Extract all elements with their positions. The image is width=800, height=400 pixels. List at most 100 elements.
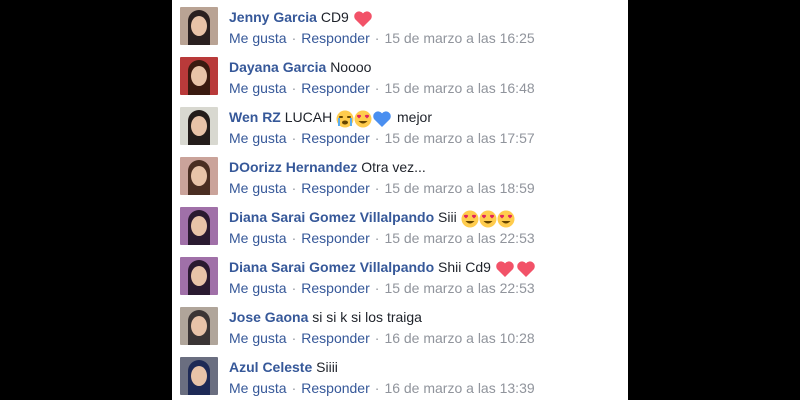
comment-item: DOorizz Hernandez Otra vez... Me gusta · Re… [180,150,620,197]
comment-text: LUCAH [284,109,333,125]
reply-link[interactable]: Responder [301,30,370,46]
like-link[interactable]: Me gusta [229,180,287,196]
separator-dot: · [291,230,297,246]
comment-body: Jose Gaona si si k si los traiga [229,307,422,327]
comment-text: Otra vez... [361,159,426,175]
separator-dot: · [291,130,297,146]
comment-body: Dayana Garcia Noooo [229,57,371,77]
like-link[interactable]: Me gusta [229,330,287,346]
separator-dot: · [291,330,297,346]
reply-link[interactable]: Responder [301,330,370,346]
separator-dot: · [374,280,380,296]
avatar[interactable] [180,7,218,45]
emoji-group [461,210,515,230]
reply-link[interactable]: Responder [301,130,370,146]
comment-text: Shii Cd9 [438,259,491,275]
reply-link[interactable]: Responder [301,230,370,246]
comment-author-link[interactable]: Jose Gaona [229,309,308,325]
comment-body: Jenny Garcia CD9 [229,7,374,30]
comment-item: Dayana Garcia Noooo Me gusta · Responder · 15… [180,50,620,96]
emoji-group [336,110,393,130]
comments-panel: Jenny Garcia CD9 Me gusta · Responder · 15 d… [172,0,628,400]
reply-link[interactable]: Responder [301,380,370,396]
avatar[interactable] [180,307,218,345]
comment-text: Siii [438,209,457,225]
separator-dot: · [374,330,380,346]
comment-author-link[interactable]: Jenny Garcia [229,9,317,25]
avatar[interactable] [180,107,218,145]
comment-actions: Me gusta · Responder · 16 de marzo a las 10:… [229,329,535,347]
heart-eyes-icon [461,210,479,228]
timestamp-link[interactable]: 15 de marzo a las 17:57 [384,130,534,146]
comment-item: Azul Celeste Siiii Me gusta · Responder · 16 … [180,350,620,397]
reply-link[interactable]: Responder [301,180,370,196]
comment-body: Wen RZ LUCAH mejor [229,107,432,130]
separator-dot: · [374,180,380,196]
comment-body: DOorizz Hernandez Otra vez... [229,157,426,177]
comment-author-link[interactable]: DOorizz Hernandez [229,159,357,175]
comment-item: Jenny Garcia CD9 Me gusta · Responder · 15 d… [180,0,620,47]
avatar[interactable] [180,207,218,245]
reply-link[interactable]: Responder [301,80,370,96]
heart-icon [495,260,515,278]
comment-text: Siiii [316,359,338,375]
comment-item: Jose Gaona si si k si los traiga Me gusta… [180,300,620,347]
separator-dot: · [291,80,297,96]
timestamp-link[interactable]: 16 de marzo a las 10:28 [384,330,534,346]
timestamp-link[interactable]: 15 de marzo a las 16:25 [384,30,534,46]
avatar[interactable] [180,57,218,95]
comment-actions: Me gusta · Responder · 16 de marzo a las 13:… [229,379,535,397]
comment-item: Diana Sarai Gomez Villalpando Siii Me gu… [180,200,620,247]
heart-eyes-icon [497,210,515,228]
separator-dot: · [374,30,380,46]
like-link[interactable]: Me gusta [229,80,287,96]
reply-link[interactable]: Responder [301,280,370,296]
comment-text: CD9 [320,9,349,25]
comment-text: Noooo [330,59,372,75]
timestamp-link[interactable]: 15 de marzo a las 22:53 [384,280,534,296]
separator-dot: · [291,180,297,196]
heart-icon [516,260,536,278]
separator-dot: · [291,280,297,296]
comment-actions: Me gusta · Responder · 15 de marzo a las 17:… [229,129,535,147]
like-link[interactable]: Me gusta [229,230,287,246]
comment-actions: Me gusta · Responder · 15 de marzo a las 22:… [229,229,535,247]
comment-author-link[interactable]: Diana Sarai Gomez Villalpando [229,209,434,225]
comment-body: Diana Sarai Gomez Villalpando Siii [229,207,515,230]
comment-body: Azul Celeste Siiii [229,357,338,377]
timestamp-link[interactable]: 15 de marzo a las 22:53 [384,230,534,246]
like-link[interactable]: Me gusta [229,130,287,146]
separator-dot: · [374,130,380,146]
avatar[interactable] [180,157,218,195]
separator-dot: · [291,30,297,46]
comment-actions: Me gusta · Responder · 15 de marzo a las 18:… [229,179,535,197]
comment-item: Diana Sarai Gomez Villalpando Shii Cd9 M… [180,250,620,297]
emoji-group [353,10,374,30]
timestamp-link[interactable]: 16 de marzo a las 13:39 [384,380,534,396]
like-link[interactable]: Me gusta [229,30,287,46]
avatar[interactable] [180,257,218,295]
separator-dot: · [374,380,380,396]
heart-eyes-icon [354,110,372,128]
comment-author-link[interactable]: Diana Sarai Gomez Villalpando [229,259,434,275]
comment-item: Wen RZ LUCAH mejor Me gusta · Responder · 15 … [180,100,620,147]
separator-dot: · [291,380,297,396]
avatar[interactable] [180,357,218,395]
separator-dot: · [374,230,380,246]
blue-heart-icon [372,110,392,128]
comment-author-link[interactable]: Wen RZ [229,109,281,125]
emoji-group [495,260,537,280]
timestamp-link[interactable]: 15 de marzo a las 18:59 [384,180,534,196]
like-link[interactable]: Me gusta [229,280,287,296]
comment-actions: Me gusta · Responder · 15 de marzo a las 16:… [229,29,535,47]
separator-dot: · [374,80,380,96]
timestamp-link[interactable]: 15 de marzo a las 16:48 [384,80,534,96]
comment-actions: Me gusta · Responder · 15 de marzo a las 22:… [229,279,535,297]
comment-text-after: mejor [397,109,433,125]
crying-face-icon [336,110,354,128]
heart-eyes-icon [479,210,497,228]
comment-author-link[interactable]: Dayana Garcia [229,59,326,75]
comment-text: si si k si los traiga [312,309,422,325]
like-link[interactable]: Me gusta [229,380,287,396]
comment-author-link[interactable]: Azul Celeste [229,359,312,375]
